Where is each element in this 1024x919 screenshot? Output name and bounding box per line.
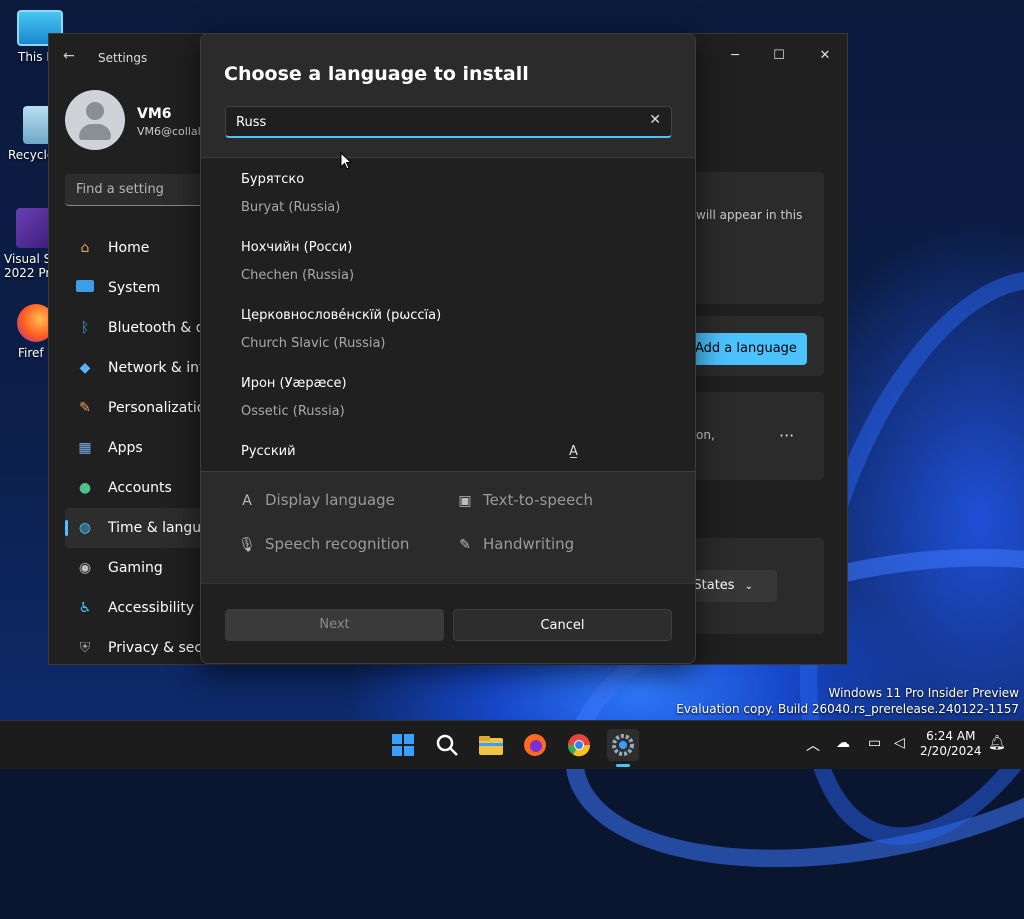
language-option[interactable]: Ирон (Уæрæсе) Ossetic (Russia) — [241, 362, 661, 426]
feature-display-language: A Display language — [237, 491, 395, 509]
wifi-icon: ◆ — [79, 360, 91, 376]
language-english-name: Chechen (Russia) — [241, 268, 355, 283]
network-icon[interactable]: ▭ — [868, 735, 881, 751]
next-button[interactable]: Next — [225, 609, 444, 641]
language-english-name: Buryat (Russia) — [241, 200, 341, 215]
gamepad-icon: ◉ — [78, 560, 92, 576]
firefox-icon[interactable] — [519, 729, 551, 761]
nav-item-label: Home — [108, 240, 150, 256]
language-native-name: Русский — [241, 444, 296, 459]
nav-item-label: System — [108, 280, 161, 296]
user-email: VM6@collal — [137, 125, 201, 138]
back-arrow-icon[interactable]: ← — [63, 48, 75, 64]
nav-item-label: Apps — [108, 440, 143, 456]
visual-studio-icon — [16, 208, 52, 248]
settings-icon[interactable] — [607, 729, 639, 767]
clock-time: 6:24 AM — [926, 729, 976, 743]
taskbar-clock[interactable]: 6:24 AM 2/20/2024 — [920, 729, 982, 759]
language-option[interactable]: Русский A̲ — [241, 430, 661, 471]
feature-handwriting: ✎ Handwriting — [455, 535, 574, 553]
nav-item-label: Gaming — [108, 560, 163, 576]
build-watermark: Windows 11 Pro Insider Preview Evaluatio… — [676, 685, 1019, 717]
clear-search-icon[interactable]: ✕ — [649, 112, 661, 128]
file-explorer-icon[interactable] — [475, 729, 507, 761]
maximize-button[interactable]: ☐ — [763, 42, 795, 70]
active-app-indicator — [616, 764, 630, 767]
watermark-line-1: Windows 11 Pro Insider Preview — [828, 686, 1019, 700]
avatar-body-shape — [79, 124, 111, 140]
display-language-icon: A̲ — [569, 444, 578, 459]
user-name: VM6 — [137, 106, 172, 122]
close-button[interactable]: ✕ — [809, 42, 841, 70]
language-option[interactable]: Нохчийн (Росси) Chechen (Russia) — [241, 226, 661, 290]
chevron-down-icon: ⌄ — [744, 581, 753, 592]
feature-label: Speech recognition — [265, 535, 410, 553]
dialog-title: Choose a language to install — [224, 63, 529, 85]
apps-icon: ▦ — [78, 440, 92, 456]
language-list: Бурятско Buryat (Russia) Нохчийн (Росси)… — [201, 157, 695, 472]
system-icon — [75, 279, 95, 297]
feature-speech-recognition: 🎙 Speech recognition — [237, 535, 409, 553]
nav-item-label: Network & inte — [108, 360, 214, 376]
nav-item-label: Privacy & secu — [108, 640, 211, 656]
mouse-cursor-icon — [340, 152, 352, 170]
cancel-button[interactable]: Cancel — [453, 609, 672, 641]
language-search-box[interactable]: ✕ — [225, 106, 672, 138]
language-native-name: Бурятско — [241, 172, 305, 187]
feature-label: Display language — [265, 491, 395, 509]
home-icon: ⌂ — [80, 240, 90, 256]
appear-text: will appear in this — [696, 208, 803, 222]
taskbar: ︿ ☁ ▭ ◁ 6:24 AM 2/20/2024 🔔︎ — [0, 720, 1024, 769]
language-english-name: Church Slavic (Russia) — [241, 336, 386, 351]
add-language-button[interactable]: Add a language — [689, 333, 807, 365]
avatar[interactable] — [65, 90, 125, 150]
avatar-head-shape — [86, 102, 104, 120]
feature-label: Handwriting — [483, 535, 575, 553]
nav-item-label: Accounts — [108, 480, 172, 496]
globe-clock-icon: ◍ — [78, 520, 92, 536]
display-language-icon: A — [242, 493, 252, 509]
language-native-name: Ирон (Уæрæсе) — [241, 376, 347, 391]
clock-date: 2/20/2024 — [920, 744, 982, 758]
language-search-input[interactable] — [236, 113, 636, 131]
start-icon[interactable] — [387, 729, 419, 761]
bluetooth-icon: ᛒ — [80, 320, 90, 336]
text-to-speech-icon: ▣ — [458, 493, 472, 509]
accounts-icon: ● — [78, 480, 92, 496]
more-options-button[interactable]: ··· — [779, 426, 794, 445]
microphone-icon: 🎙 — [238, 537, 256, 553]
language-option[interactable]: Бурятско Buryat (Russia) — [241, 158, 661, 222]
nav-item-label: Bluetooth & de — [108, 320, 214, 336]
accessibility-icon: ♿ — [78, 600, 92, 616]
language-english-name: Ossetic (Russia) — [241, 404, 345, 419]
brush-icon: ✎ — [79, 400, 91, 416]
cloud-icon[interactable]: ☁ — [836, 735, 850, 751]
dialog-footer: Next Cancel — [201, 583, 695, 663]
shield-icon: ⛨ — [79, 640, 91, 656]
feature-label: Text-to-speech — [483, 491, 594, 509]
nav-item-label: Time & langua — [108, 520, 210, 536]
language-native-name: Нохчийн (Росси) — [241, 240, 353, 255]
watermark-line-2: Evaluation copy. Build 26040.rs_prerelea… — [676, 702, 1019, 716]
feature-text-to-speech: ▣ Text-to-speech — [455, 491, 593, 509]
search-icon[interactable] — [431, 729, 463, 761]
chrome-icon[interactable] — [563, 729, 595, 761]
volume-icon[interactable]: ◁ — [894, 735, 905, 751]
chevron-up-icon[interactable]: ︿ — [806, 735, 820, 755]
language-option[interactable]: Церковнослове́нскїй (рѡссїа) Church Slav… — [241, 294, 661, 358]
app-title: Settings — [98, 51, 148, 65]
language-row-text: on, — [696, 428, 715, 442]
language-native-name: Церковнослове́нскїй (рѡссїа) — [241, 308, 442, 323]
minimize-button[interactable]: ─ — [719, 42, 751, 70]
handwriting-icon: ✎ — [459, 537, 471, 553]
nav-item-label: Personalization — [108, 400, 215, 416]
notification-bell-icon[interactable]: 🔔︎ — [988, 735, 1006, 751]
nav-item-label: Accessibility — [108, 600, 195, 616]
choose-language-dialog: Choose a language to install ✕ Бурятско … — [200, 33, 696, 664]
